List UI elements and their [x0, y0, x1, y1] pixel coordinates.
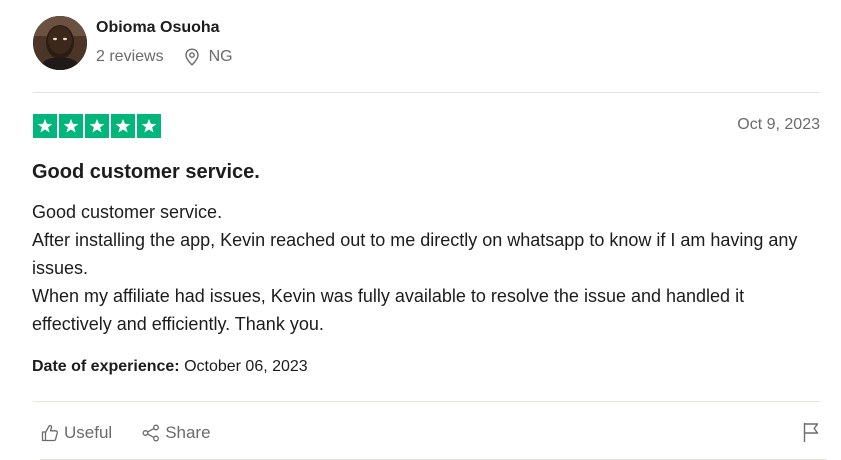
star-icon [59, 114, 83, 138]
star-icon [111, 114, 135, 138]
review-body: Good customer service. After installing … [32, 198, 822, 338]
divider [33, 92, 820, 93]
thumbs-up-icon [40, 423, 60, 443]
star-rating [33, 114, 161, 138]
share-button[interactable]: Share [141, 422, 211, 444]
reviewer-name[interactable]: Obioma Osuoha [96, 18, 233, 38]
experience-label: Date of experience: [32, 358, 180, 375]
share-icon [141, 423, 161, 443]
reviewer-info: Obioma Osuoha 2 reviews NG [96, 18, 233, 67]
star-icon [33, 114, 57, 138]
review-date: Oct 9, 2023 [737, 116, 820, 133]
flag-icon [801, 421, 821, 448]
location-pin-icon [184, 48, 200, 66]
review-actions: Useful Share [40, 422, 211, 444]
reviewer-meta: 2 reviews NG [96, 47, 233, 67]
avatar[interactable] [33, 16, 87, 70]
reviewer-header: Obioma Osuoha 2 reviews NG [33, 16, 233, 70]
useful-label: Useful [64, 423, 113, 442]
date-of-experience: Date of experience: October 06, 2023 [32, 357, 308, 377]
star-icon [137, 114, 161, 138]
review-card: Obioma Osuoha 2 reviews NG Oct 9, 2023 G… [0, 0, 841, 460]
star-icon [85, 114, 109, 138]
share-label: Share [165, 423, 211, 442]
useful-button[interactable]: Useful [40, 422, 112, 444]
review-title[interactable]: Good customer service. [32, 159, 260, 185]
experience-date: October 06, 2023 [184, 358, 308, 375]
divider [33, 401, 820, 402]
review-body-line: When my affiliate had issues, Kevin was … [32, 286, 745, 334]
report-button[interactable] [800, 421, 822, 448]
review-body-line: Good customer service. [32, 202, 223, 222]
reviewer-location: NG [208, 48, 233, 65]
review-body-line: After installing the app, Kevin reached … [32, 230, 798, 278]
reviews-count: 2 reviews [96, 48, 164, 65]
